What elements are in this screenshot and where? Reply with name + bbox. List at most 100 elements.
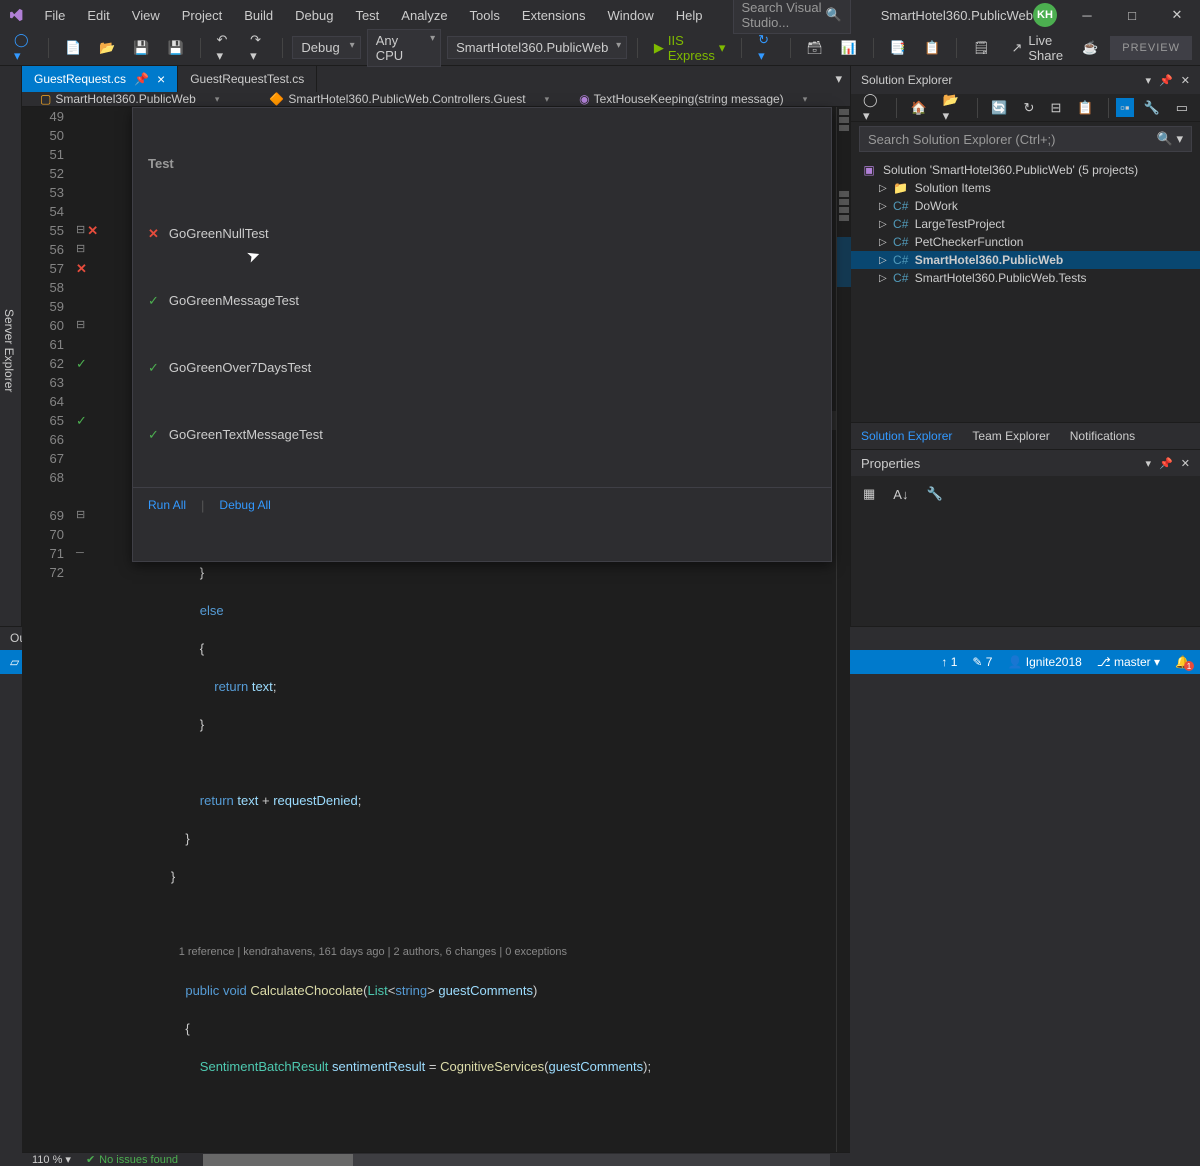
tree-item-largetest[interactable]: ▷C#LargeTestProject: [851, 215, 1200, 233]
solution-node[interactable]: ▣ Solution 'SmartHotel360.PublicWeb' (5 …: [851, 161, 1200, 179]
tool-button-3[interactable]: 📑: [884, 36, 912, 60]
feedback-button[interactable]: ☕: [1076, 36, 1104, 60]
tree-item-petchecker[interactable]: ▷C#PetCheckerFunction: [851, 233, 1200, 251]
tool-button-4[interactable]: 📋: [918, 36, 946, 60]
nav-back-button[interactable]: ◯ ▾: [8, 28, 38, 68]
properties-panel: Properties ▾📌✕ ▦ A↓ 🔧: [851, 449, 1200, 626]
tab-overflow-button[interactable]: ▾: [827, 66, 850, 92]
categorize-button[interactable]: ▦: [857, 482, 881, 506]
menu-file[interactable]: File: [34, 4, 75, 27]
close-button[interactable]: ✕: [1181, 457, 1190, 470]
close-icon[interactable]: ×: [157, 71, 165, 87]
zoom-combo[interactable]: 110 % ▾: [32, 1153, 71, 1166]
maximize-button[interactable]: □: [1117, 8, 1147, 23]
close-panel-button[interactable]: ✕: [1181, 74, 1190, 87]
close-button[interactable]: ✕: [1162, 7, 1192, 23]
minimize-button[interactable]: ─: [1072, 8, 1102, 23]
breadcrumb-project[interactable]: ▢ SmartHotel360.PublicWeb: [30, 92, 229, 106]
tree-item-tests[interactable]: ▷C#SmartHotel360.PublicWeb.Tests: [851, 269, 1200, 287]
save-all-button[interactable]: 💾: [162, 36, 190, 60]
test-row-2[interactable]: ✓GoGreenOver7DaysTest: [133, 353, 831, 382]
separator: [873, 38, 874, 58]
platform-combo[interactable]: Any CPU: [367, 29, 441, 67]
pin-button[interactable]: 📌: [1159, 457, 1173, 470]
menu-window[interactable]: Window: [598, 4, 664, 27]
preview-button[interactable]: PREVIEW: [1110, 36, 1192, 60]
se-collapse-button[interactable]: ⊟: [1044, 96, 1067, 120]
codelens-line[interactable]: 1 reference | kendrahavens, 161 days ago…: [142, 943, 836, 962]
se-preview-button[interactable]: ▭: [1170, 96, 1194, 120]
menu-edit[interactable]: Edit: [77, 4, 119, 27]
redo-button[interactable]: ↷ ▾: [244, 28, 272, 68]
properties-body: ▦ A↓ 🔧: [851, 476, 1200, 626]
server-explorer-tab[interactable]: Server Explorer: [0, 76, 18, 626]
undo-button[interactable]: ↶ ▾: [211, 28, 239, 68]
wrench-button[interactable]: 🔧: [920, 482, 948, 506]
code-area[interactable]: Test ✕GoGreenNullTest ✓GoGreenMessageTes…: [132, 107, 836, 1152]
issues-indicator[interactable]: ✔No issues found: [86, 1153, 178, 1166]
se-show-all-button[interactable]: ▫▪: [1116, 98, 1133, 117]
se-props-button[interactable]: 🔧: [1138, 96, 1166, 120]
menu-extensions[interactable]: Extensions: [512, 4, 596, 27]
tool-button-5[interactable]: 🗒: [967, 36, 996, 60]
open-button[interactable]: 📂: [93, 36, 121, 60]
user-indicator[interactable]: 👤 Ignite2018: [1007, 655, 1081, 669]
alpha-button[interactable]: A↓: [887, 482, 914, 506]
pin-button[interactable]: 📌: [1159, 74, 1173, 87]
se-files-button[interactable]: 📋: [1071, 96, 1099, 120]
menu-tools[interactable]: Tools: [460, 4, 510, 27]
menu-help[interactable]: Help: [666, 4, 713, 27]
chevron-icon: ▷: [879, 273, 887, 284]
menu-debug[interactable]: Debug: [285, 4, 343, 27]
se-search-placeholder: Search Solution Explorer (Ctrl+;): [868, 132, 1056, 147]
se-search-input[interactable]: Search Solution Explorer (Ctrl+;) 🔍 ▾: [859, 126, 1192, 152]
quick-launch-search[interactable]: Search Visual Studio... 🔍: [733, 0, 851, 34]
tab-guestrequest[interactable]: GuestRequest.cs 📌 ×: [22, 66, 178, 92]
save-button[interactable]: 💾: [127, 36, 155, 60]
scroll-thumb[interactable]: [203, 1154, 353, 1166]
dropdown-button[interactable]: ▾: [1146, 457, 1152, 470]
tree-item-dowork[interactable]: ▷C#DoWork: [851, 197, 1200, 215]
notification-bell[interactable]: 🔔1: [1175, 655, 1190, 669]
menu-view[interactable]: View: [122, 4, 170, 27]
tree-item-publicweb[interactable]: ▷C#SmartHotel360.PublicWeb: [851, 251, 1200, 269]
check-icon: ✔: [86, 1153, 95, 1166]
tool-button-1[interactable]: 🗃: [800, 36, 829, 60]
pin-icon[interactable]: 📌: [134, 72, 149, 86]
test-row-0[interactable]: ✕GoGreenNullTest: [133, 219, 831, 248]
se-refresh-button[interactable]: ↻: [1018, 96, 1041, 120]
tab-team-explorer[interactable]: Team Explorer: [962, 423, 1059, 449]
upload-indicator[interactable]: ↑ 1: [941, 655, 957, 669]
breadcrumb-class[interactable]: 🔶 SmartHotel360.PublicWeb.Controllers.Gu…: [259, 92, 559, 106]
se-sync-button[interactable]: 🔄: [985, 96, 1013, 120]
run-button[interactable]: ▶ IIS Express ▾: [648, 29, 731, 67]
tab-notifications[interactable]: Notifications: [1060, 423, 1145, 449]
solution-tree: ▣ Solution 'SmartHotel360.PublicWeb' (5 …: [851, 156, 1200, 422]
run-all-link[interactable]: Run All: [148, 496, 186, 515]
minimap-scrollbar[interactable]: [836, 107, 850, 1152]
startup-combo[interactable]: SmartHotel360.PublicWeb: [447, 36, 627, 59]
test-row-3[interactable]: ✓GoGreenTextMessageTest: [133, 420, 831, 449]
tool-button-2[interactable]: 📊: [835, 36, 863, 60]
changes-indicator[interactable]: ✎ 7: [972, 655, 992, 669]
menu-test[interactable]: Test: [345, 4, 389, 27]
branch-indicator[interactable]: ⎇ master ▾: [1097, 655, 1160, 669]
tab-solution-explorer[interactable]: Solution Explorer: [851, 423, 962, 449]
test-row-1[interactable]: ✓GoGreenMessageTest: [133, 286, 831, 315]
horizontal-scrollbar[interactable]: [203, 1154, 830, 1166]
refresh-button[interactable]: ↻ ▾: [752, 28, 780, 68]
menu-analyze[interactable]: Analyze: [391, 4, 457, 27]
user-avatar[interactable]: KH: [1033, 3, 1057, 27]
liveshare-button[interactable]: ↗ Live Share: [1011, 33, 1070, 63]
dropdown-button[interactable]: ▾: [1146, 74, 1152, 87]
new-file-button[interactable]: 📄: [59, 36, 87, 60]
menu-build[interactable]: Build: [234, 4, 283, 27]
debug-all-link[interactable]: Debug All: [219, 496, 270, 515]
config-combo[interactable]: Debug: [292, 36, 360, 59]
se-home-button[interactable]: 🏠: [904, 96, 932, 120]
test-codelens-popup: Test ✕GoGreenNullTest ✓GoGreenMessageTes…: [132, 107, 832, 562]
breadcrumb-method[interactable]: ◉ TextHouseKeeping(string message): [569, 92, 817, 106]
tree-item-solution-items[interactable]: ▷📁Solution Items: [851, 179, 1200, 197]
tab-guestrequesttest[interactable]: GuestRequestTest.cs: [178, 66, 317, 92]
menu-project[interactable]: Project: [172, 4, 232, 27]
